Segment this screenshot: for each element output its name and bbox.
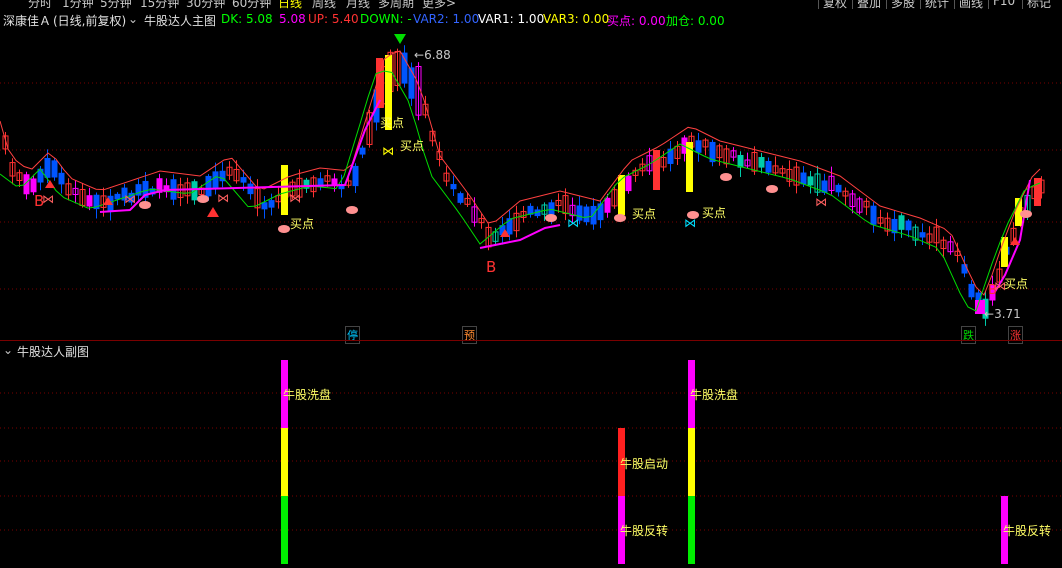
signal-label: 牛股反转 xyxy=(1003,524,1052,538)
sub-chart-header: ⌄ 牛股达人副图 xyxy=(0,340,1062,359)
candle-body xyxy=(898,215,905,230)
buy-point-label: 买点 xyxy=(290,217,315,231)
grid-lines xyxy=(0,82,1062,531)
candlesticks xyxy=(2,45,1045,326)
candle-body xyxy=(261,202,268,210)
down-triangle-icon xyxy=(394,34,406,44)
candle-body xyxy=(919,232,926,238)
candle-body xyxy=(800,172,807,185)
butterfly-icon: ⋈ xyxy=(382,144,394,158)
candle-body xyxy=(352,165,359,187)
candle-body xyxy=(408,67,415,99)
buy-point-label: 买点 xyxy=(702,206,727,220)
signal-column xyxy=(281,496,288,564)
candle-body xyxy=(835,184,842,193)
diamond-icon xyxy=(687,211,699,219)
candle-body xyxy=(905,220,912,231)
b-marker: B xyxy=(988,283,997,298)
up-arrow-icon xyxy=(45,180,55,188)
signal-label: 牛股洗盘 xyxy=(690,388,739,402)
candle-body xyxy=(604,197,611,213)
diamond-icon xyxy=(346,206,358,214)
candle-body xyxy=(968,283,975,298)
high-price-value: 6.88 xyxy=(424,48,451,62)
buy-point-label: 买点 xyxy=(400,139,425,153)
buy-point-label: 买点 xyxy=(1004,277,1029,291)
candle-body xyxy=(114,193,121,200)
signal-column xyxy=(688,496,695,564)
candle-body xyxy=(758,157,765,168)
candle-body xyxy=(450,184,457,190)
candle-body xyxy=(331,178,338,185)
butterfly-icon: ⋈ xyxy=(124,192,136,206)
signal-label: 牛股洗盘 xyxy=(283,388,332,402)
butterfly-icon: ⋈ xyxy=(567,216,579,230)
candle-body xyxy=(583,206,590,223)
chevron-down-icon[interactable]: ⌄ xyxy=(3,343,13,357)
candle-body xyxy=(212,171,219,189)
candle-body xyxy=(86,195,93,207)
buy-point-label: 买点 xyxy=(380,116,405,130)
candle-body xyxy=(240,177,247,183)
signal-column xyxy=(281,428,288,496)
signal-bar xyxy=(653,150,660,190)
candle-body xyxy=(590,205,597,225)
signal-bar xyxy=(281,165,288,215)
butterfly-icon: ⋈ xyxy=(815,195,827,209)
candle-body xyxy=(247,183,254,195)
diamond-icon xyxy=(139,201,151,209)
candle-body xyxy=(597,203,604,221)
low-price-value: 3.71 xyxy=(994,307,1021,321)
b-marker: B xyxy=(486,258,497,276)
candle-body xyxy=(359,147,366,155)
butterfly-icon: ⋈ xyxy=(289,191,301,205)
candle-body xyxy=(737,154,744,168)
signal-label: 牛股启动 xyxy=(620,457,669,471)
candle-body xyxy=(44,157,51,178)
candle-body xyxy=(807,176,814,186)
triangle-icon xyxy=(207,207,219,217)
candle-body xyxy=(30,178,37,193)
up-band-line xyxy=(0,50,1041,296)
butterfly-icon: ⋈ xyxy=(217,191,229,205)
candle-body xyxy=(457,193,464,203)
candle-body xyxy=(268,200,275,208)
candle-body xyxy=(821,180,828,193)
signal-bar xyxy=(1034,178,1041,206)
high-price-label: ←6.88 xyxy=(414,48,451,62)
chart-canvas: ⋈ ⋈ ⋈ ⋈⋈⋈ ⋈⋈⋈ xyxy=(0,34,1062,564)
diamond-icon xyxy=(614,214,626,222)
sub-indicator-name[interactable]: 牛股达人副图 xyxy=(17,343,89,360)
diamond-icon xyxy=(720,173,732,181)
candle-body xyxy=(51,160,58,178)
dk-band-line xyxy=(0,70,1041,312)
signal-bar xyxy=(1001,237,1008,267)
candle-body xyxy=(625,175,632,192)
diamond-icon xyxy=(197,195,209,203)
candle-body xyxy=(58,172,65,185)
candle-body xyxy=(695,140,702,153)
diamond-icon xyxy=(766,185,778,193)
buy-point-label: 买点 xyxy=(632,207,657,221)
diamond-icon xyxy=(545,214,557,222)
candle-body xyxy=(870,205,877,225)
support-line-seg xyxy=(99,99,381,213)
support-line-seg xyxy=(479,224,561,249)
signal-label: 牛股反转 xyxy=(620,524,669,538)
signal-column xyxy=(688,428,695,496)
diamond-icon xyxy=(1020,210,1032,218)
b-marker: B xyxy=(34,192,45,210)
candle-body xyxy=(401,52,408,84)
diamond-icon xyxy=(278,225,290,233)
candle-body xyxy=(37,168,44,183)
candle-body xyxy=(205,175,212,197)
candle-body xyxy=(548,202,555,216)
signal-icons: ⋈ ⋈ ⋈ ⋈⋈⋈ ⋈⋈⋈ xyxy=(42,34,1032,301)
candle-body xyxy=(765,160,772,173)
low-price-label: ←3.71 xyxy=(984,307,1021,321)
